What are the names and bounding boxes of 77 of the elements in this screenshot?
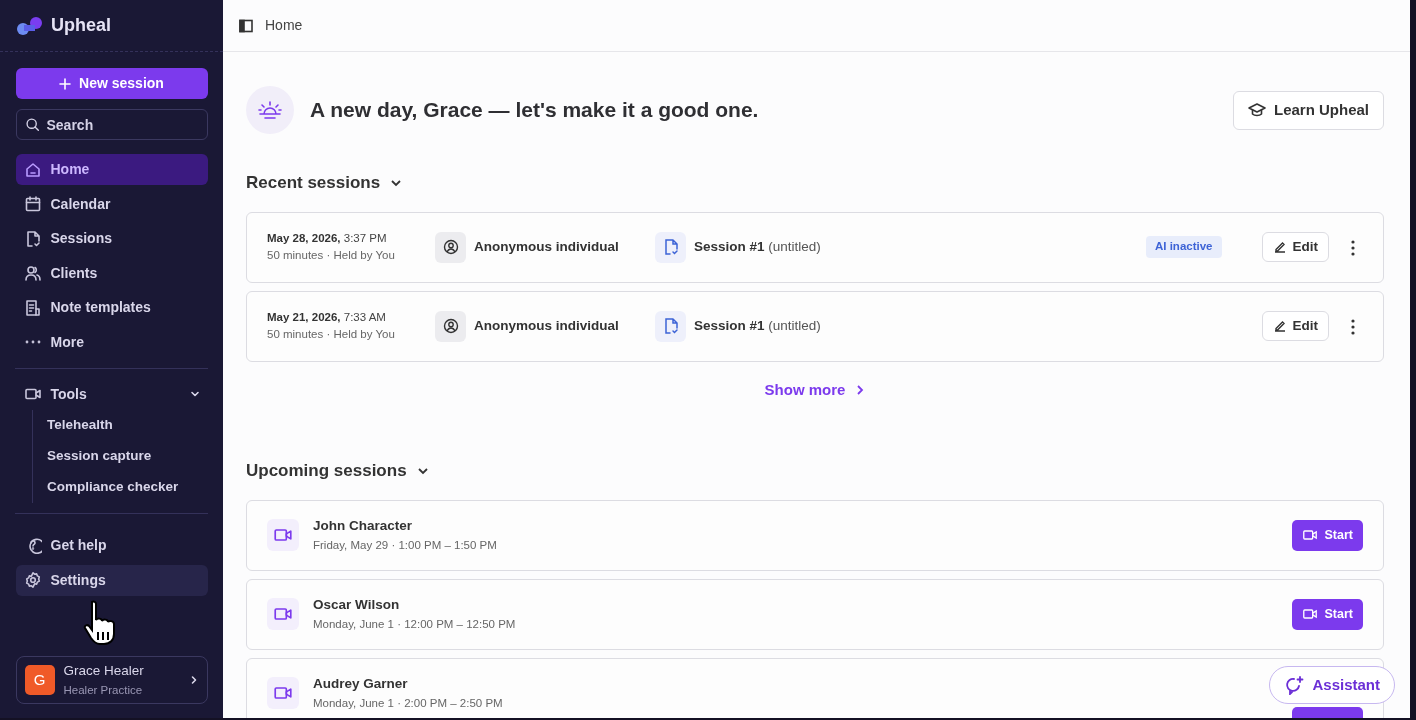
person-icon [435, 310, 466, 342]
video-camera-icon [267, 677, 299, 709]
client-name: Audrey Garner [313, 675, 409, 694]
client-name: John Character [313, 517, 414, 536]
note-icon [23, 298, 42, 317]
home-icon [23, 160, 42, 179]
pencil-icon [1272, 319, 1287, 333]
vertical-dots-icon [1351, 239, 1355, 256]
client-name: Oscar Wilson [313, 596, 401, 615]
session-time: Monday, June 1 · 2:00 PM – 2:50 PM [313, 695, 504, 711]
session-title: Session #1 (untitled) [694, 316, 821, 335]
nav-item[interactable]: Home [15, 154, 208, 185]
nav-item[interactable]: More [15, 326, 208, 358]
nav-item[interactable]: Sessions [15, 223, 208, 255]
calendar-icon [23, 195, 42, 214]
user-card[interactable]: G Grace Healer Healer Practice [15, 656, 208, 704]
learn-button[interactable]: Learn Upheal [1232, 90, 1384, 130]
section-title: Upcoming sessions [246, 460, 407, 482]
greeting: A new day, Grace — let's make it a good one. [310, 97, 760, 124]
sub-nav-item[interactable]: Session capture [33, 440, 223, 472]
nav-item[interactable]: Note templates [15, 292, 208, 324]
start-button[interactable]: Start [1291, 598, 1363, 630]
graduation-cap-icon [1247, 101, 1266, 119]
nav-item[interactable]: Calendar [15, 188, 208, 220]
practice-name: Healer Practice [63, 682, 144, 698]
video-camera-icon [267, 519, 299, 551]
tools-toggle[interactable]: Tools [15, 378, 208, 410]
show-more-link[interactable]: Show more [758, 377, 872, 402]
nav-item[interactable]: Settings [15, 564, 208, 596]
session-card[interactable]: May 28, 2026, 3:37 PM 50 minutes · Held by You Anonymous individual Session #1 (untitled) AI inactive Edit [246, 211, 1384, 283]
nav-item[interactable]: Get help [15, 529, 208, 561]
session-date: May 21, 2026, 7:33 AM [267, 309, 387, 325]
sun-icon [246, 86, 294, 134]
start-button[interactable]: Start [1291, 519, 1363, 551]
video-camera-icon [267, 598, 299, 630]
document-icon [655, 231, 686, 263]
session-meta: 50 minutes · Held by You [267, 327, 396, 342]
sparkle-chat-icon [1284, 675, 1305, 695]
search-field[interactable]: Search [15, 109, 208, 140]
sidebar-toggle-icon [239, 18, 253, 33]
upcoming-session-card[interactable]: John Character Friday, May 29 · 1:00 PM – 1:50 PM Start [246, 499, 1384, 571]
edit-button[interactable]: Edit [1261, 232, 1329, 262]
pencil-icon [1272, 240, 1287, 254]
session-title: Session #1 (untitled) [694, 237, 821, 256]
video-camera-icon [1301, 527, 1318, 543]
more-icon [23, 340, 42, 345]
search-icon [24, 117, 40, 132]
user-name: Grace Healer [63, 662, 145, 681]
plus-icon [59, 77, 72, 90]
sub-nav-item[interactable]: Compliance checker [33, 471, 223, 503]
nav-item[interactable]: Clients [15, 257, 208, 289]
document-icon [655, 310, 686, 342]
breadcrumb[interactable]: Home [265, 15, 303, 36]
video-camera-icon [1301, 606, 1318, 622]
brand-name: Upheal [51, 14, 111, 37]
session-time: Monday, June 1 · 12:00 PM – 12:50 PM [313, 616, 517, 632]
vertical-dots-icon [1351, 318, 1355, 335]
person-icon [435, 231, 466, 263]
assistant-button[interactable]: Assistant [1269, 666, 1395, 704]
section-title: Recent sessions [246, 172, 381, 194]
session-time: Friday, May 29 · 1:00 PM – 1:50 PM [313, 537, 498, 553]
settings-icon [23, 571, 42, 590]
status-badge: AI inactive [1145, 236, 1222, 258]
avatar: G [24, 665, 55, 695]
sub-nav-item[interactable]: Telehealth [33, 409, 223, 441]
client-name: Anonymous individual [474, 237, 619, 256]
client-name: Anonymous individual [474, 316, 619, 335]
edit-button[interactable]: Edit [1261, 311, 1329, 341]
start-button[interactable] [1292, 706, 1363, 718]
session-date: May 28, 2026, 3:37 PM [267, 230, 388, 246]
logo-icon [15, 14, 45, 37]
chevron-right-icon [855, 383, 866, 396]
session-card[interactable]: May 21, 2026, 7:33 AM 50 minutes · Held by You Anonymous individual Session #1 (untitled) Edit [246, 290, 1384, 362]
upcoming-session-card[interactable]: Oscar Wilson Monday, June 1 · 12:00 PM – 12:50 PM Start [246, 578, 1384, 650]
users-icon [23, 264, 42, 283]
session-meta: 50 minutes · Held by You [267, 248, 396, 263]
new-session-button[interactable]: New session [15, 68, 208, 99]
